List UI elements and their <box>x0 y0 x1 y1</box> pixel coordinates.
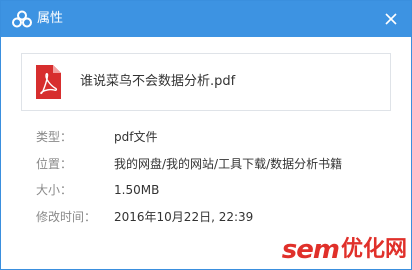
type-value: pdf文件 <box>114 130 158 144</box>
file-name: 谁说菜鸟不会数据分析.pdf <box>80 74 236 89</box>
property-row-type: 类型： pdf文件 <box>36 128 396 155</box>
property-row-size: 大小： 1.50MB <box>36 181 396 208</box>
close-button[interactable] <box>381 9 401 29</box>
properties-list: 类型： pdf文件 位置： 我的网盘/我的网站/工具下载/数据分析书籍 大小： … <box>36 128 396 234</box>
property-row-modified: 修改时间： 2016年10月22日, 22:39 <box>36 208 396 235</box>
watermark-logo: sem 优化网 <box>282 235 407 265</box>
property-row-location: 位置： 我的网盘/我的网站/工具下载/数据分析书籍 <box>36 155 396 182</box>
close-icon <box>385 13 397 25</box>
size-label: 大小： <box>36 183 73 197</box>
modified-time-label: 修改时间： <box>36 209 97 224</box>
watermark-cjk-text: 优化网 <box>340 237 407 262</box>
watermark-latin-text: sem <box>281 235 340 265</box>
pdf-file-icon <box>34 64 62 100</box>
properties-dialog: 属性 谁说菜鸟不会数据分析.pdf 类型： pdf文件 位置： 我的网盘/我的网… <box>0 0 412 270</box>
file-card: 谁说菜鸟不会数据分析.pdf <box>21 53 391 111</box>
location-value: 我的网盘/我的网站/工具下载/数据分析书籍 <box>114 156 343 171</box>
window-title: 属性 <box>37 11 64 26</box>
size-value: 1.50MB <box>114 183 160 197</box>
type-label: 类型： <box>36 130 73 144</box>
cloud-icon <box>12 10 32 28</box>
modified-time-value: 2016年10月22日, 22:39 <box>114 209 254 224</box>
title-bar[interactable]: 属性 <box>1 1 411 37</box>
location-label: 位置： <box>36 156 73 171</box>
